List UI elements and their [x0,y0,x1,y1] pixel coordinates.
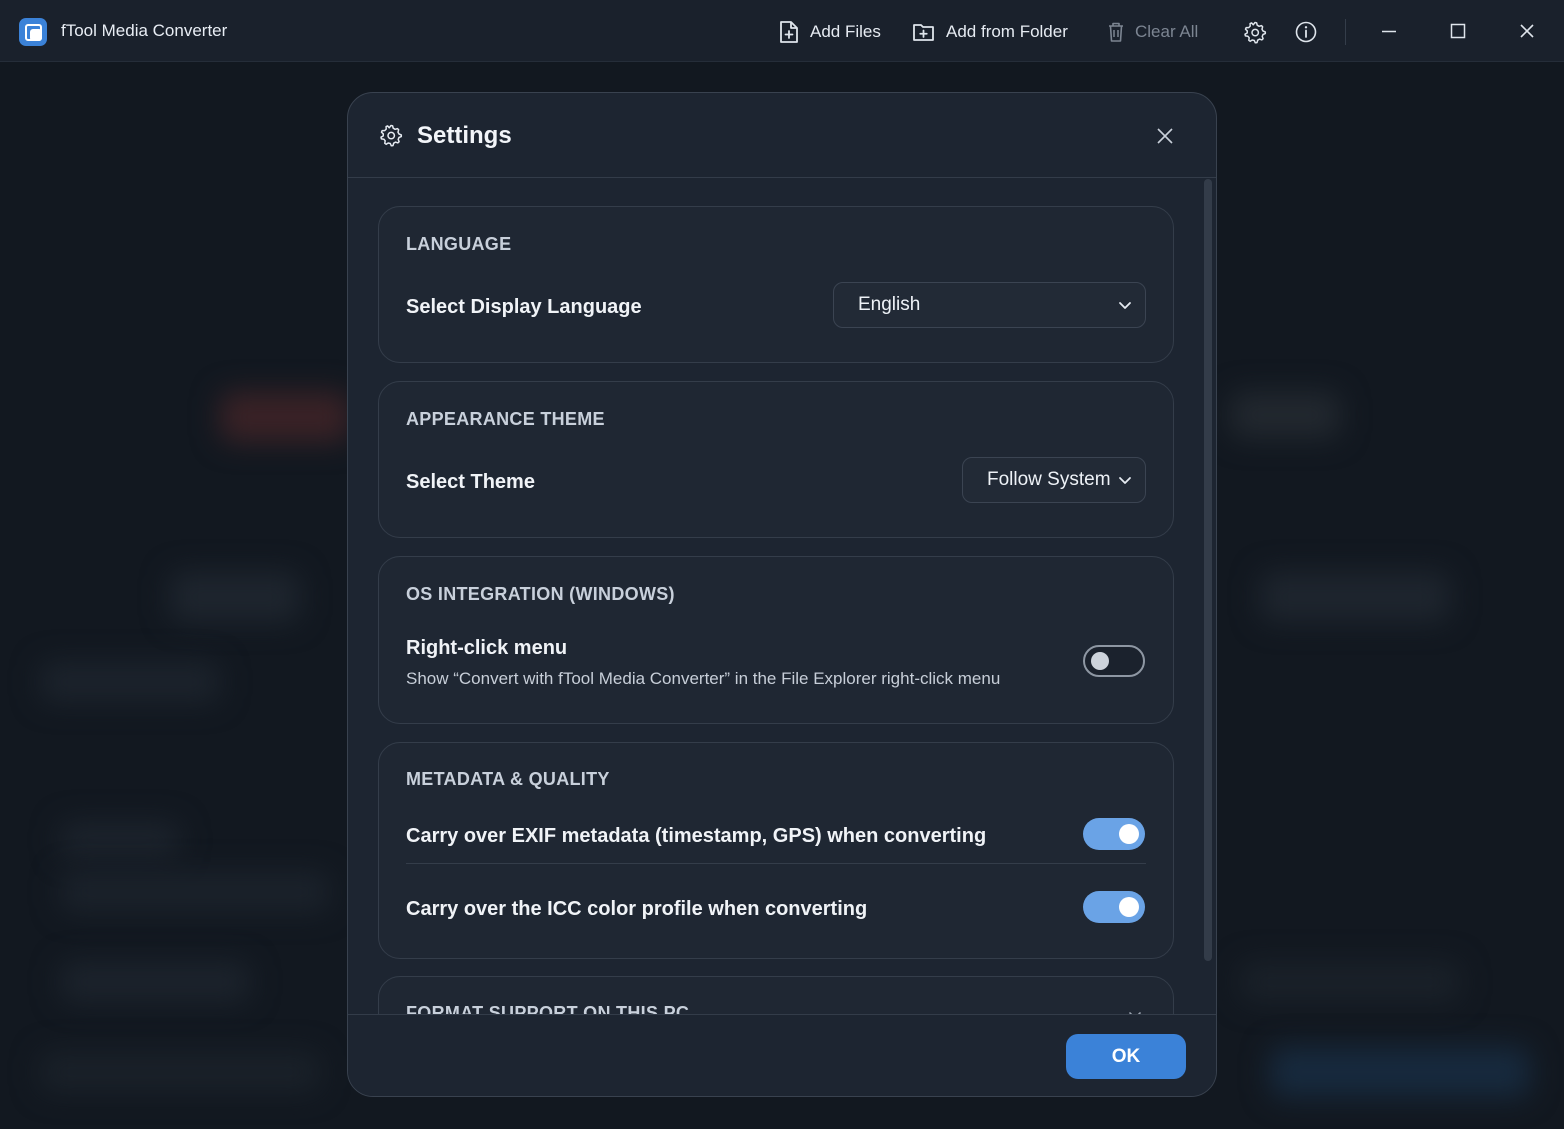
language-section-title: LANGUAGE [406,234,512,254]
chevron-down-icon [1119,477,1131,484]
settings-scroll-area[interactable]: LANGUAGE Select Display Language English… [348,179,1216,1014]
add-folder-icon [913,24,934,41]
settings-gear-icon [380,124,403,147]
appearance-section-title: APPEARANCE THEME [406,409,605,429]
icc-profile-label: Carry over the ICC color profile when co… [406,898,868,920]
icc-profile-toggle[interactable] [1083,891,1145,923]
dialog-footer: OK [348,1014,1216,1096]
close-window-icon[interactable] [1515,19,1539,43]
language-section: LANGUAGE Select Display Language English [378,206,1174,363]
info-icon[interactable] [1294,20,1318,44]
metadata-section-title: METADATA & QUALITY [406,769,610,789]
add-files-button[interactable]: Add Files [778,17,881,47]
chevron-down-icon [1129,1012,1141,1014]
os-integration-section: OS INTEGRATION (WINDOWS) Right-click men… [378,556,1174,724]
appearance-section: APPEARANCE THEME Select Theme Follow Sys… [378,381,1174,538]
display-language-label: Select Display Language [406,296,642,318]
format-support-section-title: FORMAT SUPPORT ON THIS PC [406,1003,690,1014]
app-logo-icon [19,18,47,46]
theme-select[interactable]: Follow System [962,457,1146,503]
ok-button[interactable]: OK [1066,1034,1186,1079]
toggle-knob [1119,824,1139,844]
scrollbar-thumb[interactable] [1204,179,1212,961]
exif-metadata-label: Carry over EXIF metadata (timestamp, GPS… [406,825,987,847]
right-click-menu-description: Show “Convert with fTool Media Converter… [406,669,1001,688]
toggle-knob [1119,897,1139,917]
os-integration-section-title: OS INTEGRATION (WINDOWS) [406,584,675,604]
title-bar: fTool Media Converter Add Files Add from… [0,0,1564,62]
add-file-icon [780,21,798,43]
toolbar-separator [1345,19,1346,45]
clear-all-button[interactable]: Clear All [1107,17,1198,47]
language-select[interactable]: English [833,282,1146,328]
add-files-label: Add Files [810,22,881,41]
toggle-knob [1091,652,1109,670]
theme-select-value: Follow System [987,469,1111,490]
language-select-value: English [858,294,921,315]
exif-metadata-toggle[interactable] [1083,818,1145,850]
chevron-down-icon [1119,302,1131,309]
metadata-quality-section: METADATA & QUALITY Carry over EXIF metad… [378,742,1174,959]
close-dialog-icon[interactable] [1154,125,1176,147]
dialog-header: Settings [348,93,1216,178]
right-click-menu-label: Right-click menu [406,637,568,659]
settings-dialog: Settings LANGUAGE Select Display Languag… [347,92,1217,1097]
app-title: fTool Media Converter [61,21,228,40]
dialog-title: Settings [417,122,512,149]
add-from-folder-label: Add from Folder [946,22,1068,41]
row-divider [406,863,1146,864]
trash-icon [1109,22,1123,42]
select-theme-label: Select Theme [406,471,535,493]
right-click-menu-toggle[interactable] [1083,645,1145,677]
format-support-section[interactable]: FORMAT SUPPORT ON THIS PC [378,976,1174,1014]
add-from-folder-button[interactable]: Add from Folder [912,17,1068,47]
minimize-icon[interactable] [1377,19,1401,43]
clear-all-label: Clear All [1135,22,1199,41]
gear-icon[interactable] [1243,20,1267,44]
maximize-icon[interactable] [1446,19,1470,43]
